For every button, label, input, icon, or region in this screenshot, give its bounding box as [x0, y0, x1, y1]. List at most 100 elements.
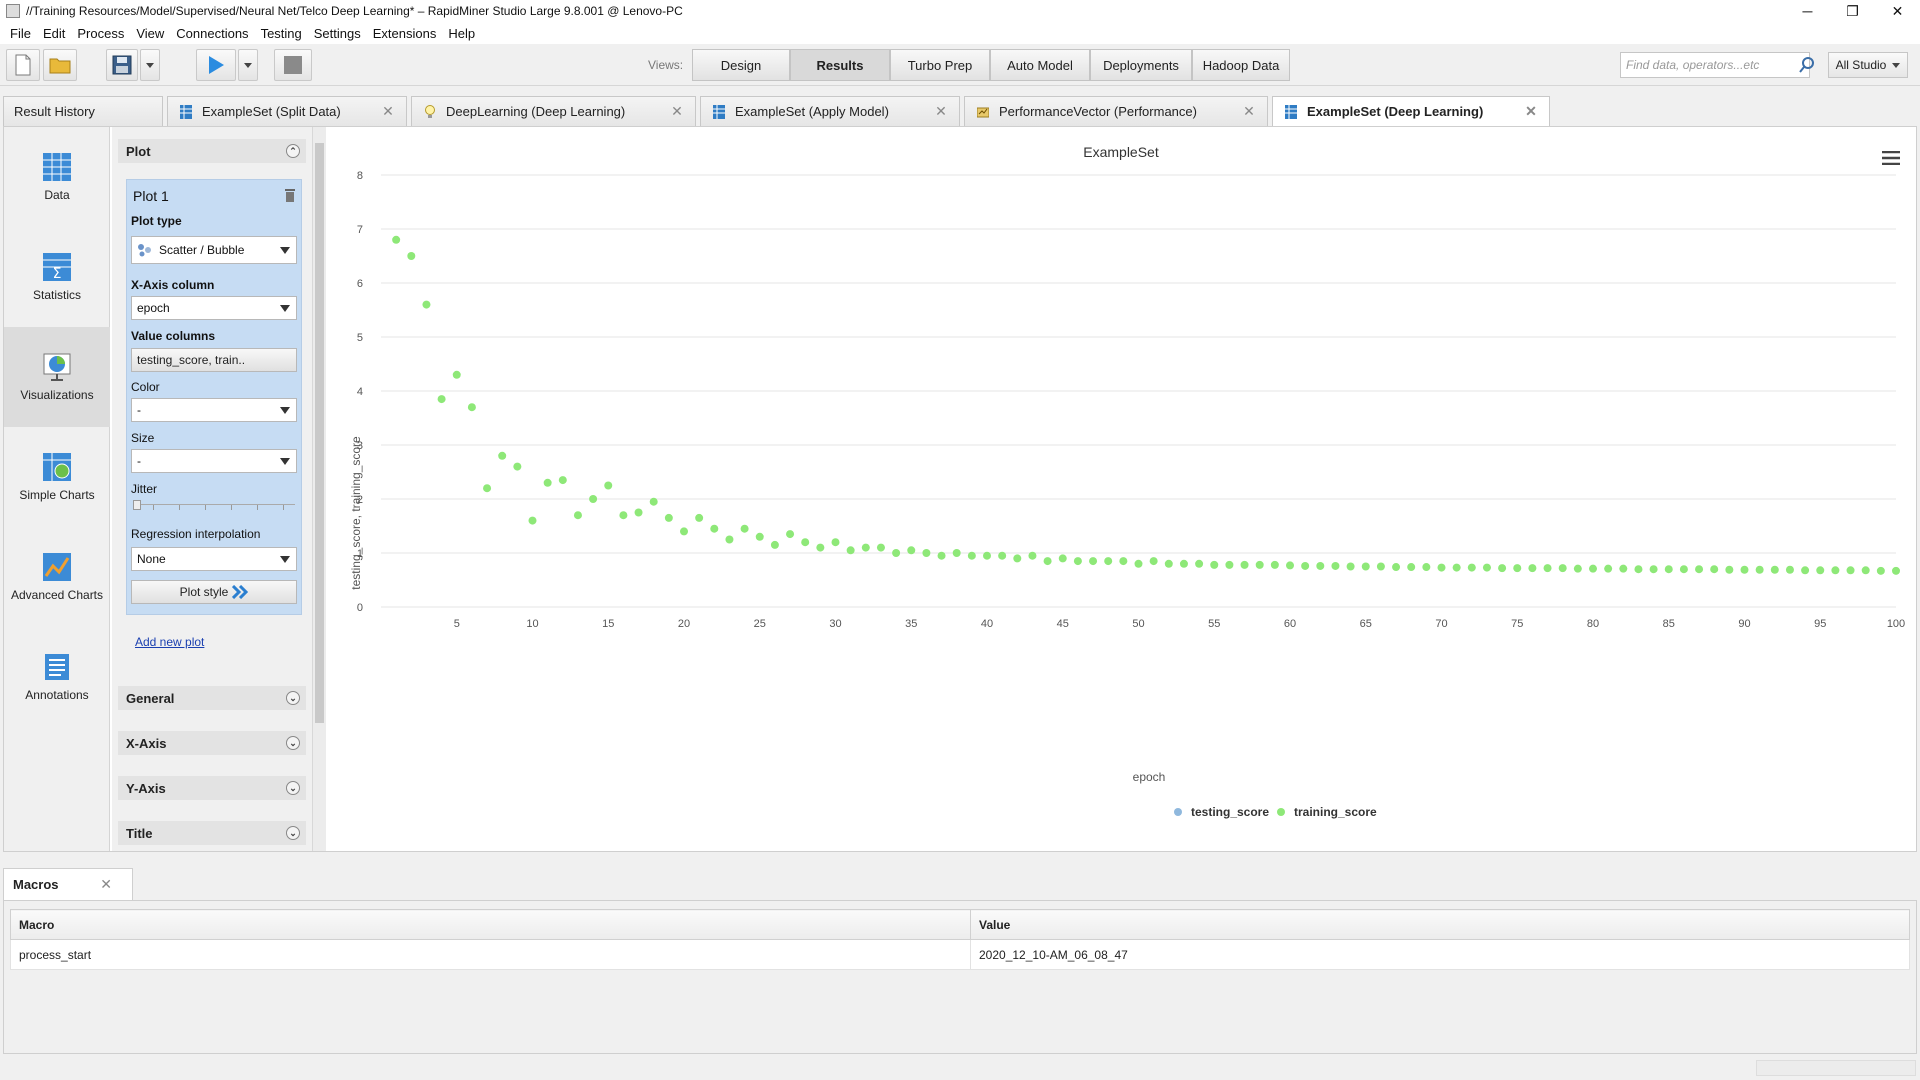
data-point-training_score[interactable]: [1679, 565, 1688, 574]
menu-connections[interactable]: Connections: [170, 26, 254, 41]
view-hadoop-data-button[interactable]: Hadoop Data: [1192, 49, 1290, 81]
save-process-button[interactable]: [106, 49, 138, 81]
data-point-training_score[interactable]: [1361, 562, 1370, 571]
data-point-training_score[interactable]: [1270, 560, 1279, 569]
data-point-training_score[interactable]: [1073, 557, 1082, 566]
data-point-training_score[interactable]: [1573, 564, 1582, 573]
open-process-button[interactable]: [43, 49, 77, 81]
data-point-training_score[interactable]: [649, 497, 658, 506]
data-point-training_score[interactable]: [1831, 566, 1840, 575]
data-point-training_score[interactable]: [861, 543, 870, 552]
data-point-training_score[interactable]: [755, 532, 764, 541]
data-point-training_score[interactable]: [634, 508, 643, 517]
data-point-training_score[interactable]: [1528, 564, 1537, 573]
minimize-button[interactable]: ─: [1785, 0, 1830, 22]
tab-macros[interactable]: Macros ✕: [3, 868, 133, 900]
data-point-training_score[interactable]: [740, 524, 749, 533]
expand-icon[interactable]: ⌄: [286, 826, 300, 840]
column-header-macro[interactable]: Macro: [10, 909, 971, 940]
tab-exampleset-apply-model[interactable]: ExampleSet (Apply Model) ✕: [700, 96, 960, 126]
run-options-button[interactable]: [238, 49, 258, 81]
title-section-header[interactable]: Title ⌄: [118, 821, 306, 845]
run-process-button[interactable]: [196, 49, 236, 81]
view-turbo-prep-button[interactable]: Turbo Prep: [890, 49, 990, 81]
data-point-training_score[interactable]: [710, 524, 719, 533]
menu-extensions[interactable]: Extensions: [367, 26, 443, 41]
data-point-training_score[interactable]: [1498, 564, 1507, 573]
data-point-training_score[interactable]: [1482, 563, 1491, 572]
regression-select[interactable]: None: [131, 547, 297, 571]
data-point-training_score[interactable]: [816, 543, 825, 552]
x-axis-select[interactable]: epoch: [131, 296, 297, 320]
data-point-training_score[interactable]: [1134, 559, 1143, 568]
data-point-training_score[interactable]: [528, 516, 537, 525]
data-point-training_score[interactable]: [1589, 564, 1597, 573]
menu-settings[interactable]: Settings: [308, 26, 367, 41]
expand-icon[interactable]: ⌄: [286, 781, 300, 795]
close-icon[interactable]: ✕: [100, 876, 112, 893]
data-point-training_score[interactable]: [1392, 563, 1401, 572]
data-point-training_score[interactable]: [1619, 564, 1628, 573]
slider-thumb[interactable]: [133, 500, 141, 510]
data-point-training_score[interactable]: [483, 484, 492, 493]
data-point-training_score[interactable]: [1513, 564, 1522, 573]
data-point-training_score[interactable]: [937, 551, 946, 560]
data-point-training_score[interactable]: [392, 235, 401, 244]
data-point-training_score[interactable]: [1225, 560, 1234, 569]
data-point-training_score[interactable]: [1558, 564, 1567, 573]
data-point-training_score[interactable]: [467, 403, 476, 412]
nav-visualizations[interactable]: Visualizations: [4, 327, 110, 427]
nav-simple-charts[interactable]: Simple Charts: [4, 427, 110, 527]
menu-help[interactable]: Help: [442, 26, 481, 41]
stop-process-button[interactable]: [274, 49, 312, 81]
close-icon[interactable]: ✕: [1239, 103, 1259, 120]
data-point-training_score[interactable]: [1695, 565, 1704, 574]
data-point-training_score[interactable]: [952, 549, 961, 557]
trash-icon[interactable]: [285, 188, 295, 202]
data-point-training_score[interactable]: [452, 370, 461, 379]
data-point-training_score[interactable]: [907, 546, 916, 555]
value-columns-button[interactable]: testing_score, train..: [131, 348, 297, 372]
data-point-training_score[interactable]: [1407, 563, 1416, 572]
menu-process[interactable]: Process: [71, 26, 130, 41]
data-point-training_score[interactable]: [498, 451, 507, 460]
view-results-button[interactable]: Results: [790, 49, 890, 81]
data-point-training_score[interactable]: [983, 551, 991, 560]
data-point-training_score[interactable]: [801, 538, 810, 547]
expand-icon[interactable]: ⌄: [286, 691, 300, 705]
data-point-training_score[interactable]: [407, 252, 416, 260]
data-point-training_score[interactable]: [1861, 566, 1870, 575]
data-point-training_score[interactable]: [422, 300, 431, 309]
close-icon[interactable]: ✕: [1521, 103, 1541, 120]
search-icon[interactable]: [1799, 57, 1815, 73]
table-row[interactable]: process_start 2020_12_10-AM_06_08_47: [10, 939, 1910, 970]
settings-scrollbar[interactable]: [312, 127, 326, 851]
data-point-training_score[interactable]: [664, 513, 673, 522]
data-point-training_score[interactable]: [1286, 561, 1294, 570]
nav-annotations[interactable]: Annotations: [4, 627, 110, 727]
data-point-training_score[interactable]: [558, 476, 567, 485]
tab-exampleset-deep-learning[interactable]: ExampleSet (Deep Learning) ✕: [1272, 96, 1550, 126]
data-point-training_score[interactable]: [1346, 562, 1355, 571]
data-point-training_score[interactable]: [876, 543, 885, 552]
data-point-training_score[interactable]: [1301, 561, 1310, 570]
data-point-training_score[interactable]: [604, 481, 613, 490]
data-point-training_score[interactable]: [1770, 565, 1779, 574]
data-point-training_score[interactable]: [1649, 565, 1658, 574]
menu-testing[interactable]: Testing: [255, 26, 308, 41]
new-process-button[interactable]: [6, 49, 40, 81]
data-point-training_score[interactable]: [998, 551, 1007, 560]
data-point-training_score[interactable]: [1119, 557, 1128, 566]
data-point-training_score[interactable]: [1210, 560, 1219, 569]
data-point-training_score[interactable]: [589, 495, 598, 503]
plot-style-button[interactable]: Plot style: [131, 580, 297, 604]
data-point-training_score[interactable]: [1543, 564, 1552, 573]
data-point-training_score[interactable]: [543, 478, 552, 487]
collapse-icon[interactable]: ⌃: [286, 144, 300, 158]
data-point-training_score[interactable]: [1725, 565, 1734, 574]
tab-performance-vector[interactable]: PerformanceVector (Performance) ✕: [964, 96, 1268, 126]
data-point-training_score[interactable]: [1316, 561, 1325, 570]
jitter-slider[interactable]: [133, 500, 295, 512]
data-point-training_score[interactable]: [1149, 557, 1158, 566]
size-select[interactable]: -: [131, 449, 297, 473]
